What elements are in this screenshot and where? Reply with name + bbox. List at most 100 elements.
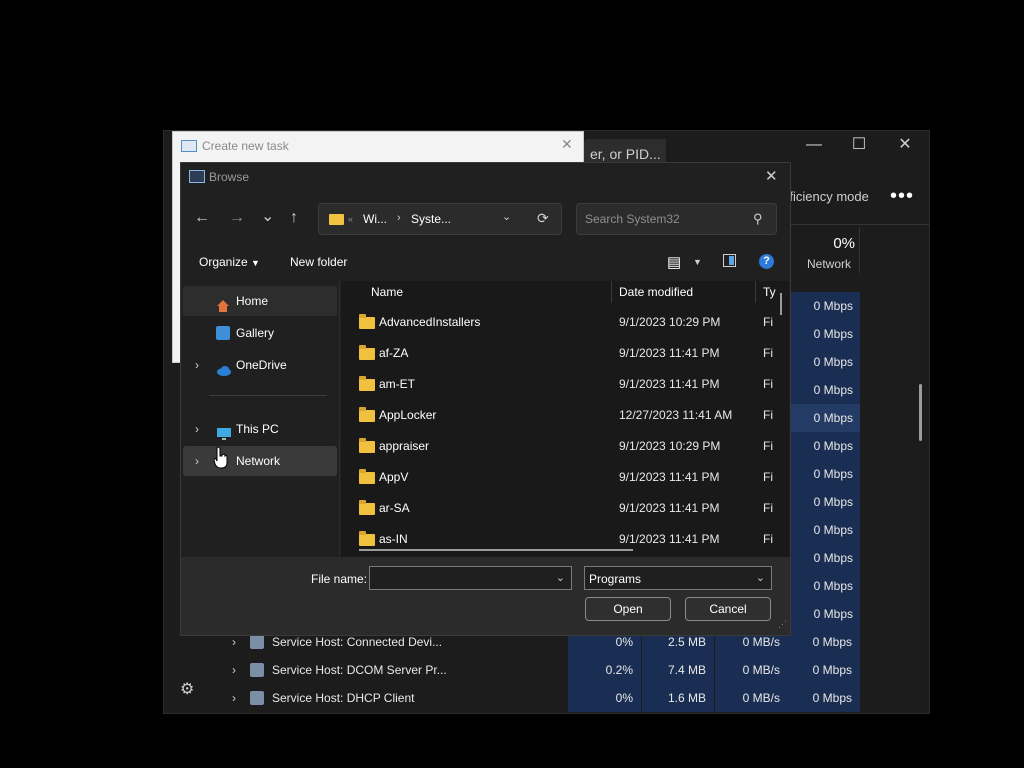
- file-type-value: Programs: [589, 572, 642, 586]
- list-item[interactable]: af-ZA 9/1/2023 11:41 PM Fi: [341, 339, 781, 370]
- list-item[interactable]: appraiser 9/1/2023 10:29 PM Fi: [341, 432, 781, 463]
- network-cell: 0 Mbps: [788, 516, 860, 544]
- more-options-button[interactable]: •••: [890, 185, 914, 208]
- new-folder-button[interactable]: New folder: [290, 255, 347, 269]
- process-row[interactable]: › Service Host: DHCP Client 0% 1.6 MB 0 MB/s…: [212, 684, 862, 712]
- file-type-select[interactable]: Programs ⌄: [584, 566, 772, 590]
- file-name-input[interactable]: ⌄: [369, 566, 572, 590]
- list-item[interactable]: AdvancedInstallers 9/1/2023 10:29 PM Fi: [341, 308, 781, 339]
- preview-pane-icon[interactable]: [723, 254, 736, 267]
- disk-cell: 0 MB/s: [715, 684, 788, 712]
- network-cell: 0 Mbps: [788, 460, 860, 488]
- up-arrow-icon[interactable]: ↑: [290, 209, 298, 227]
- efficiency-mode-button[interactable]: fficiency mode: [786, 189, 869, 204]
- dialog-title: Create new task: [202, 139, 289, 153]
- maximize-button[interactable]: ☐: [837, 131, 881, 159]
- column-divider[interactable]: [755, 281, 756, 303]
- refresh-icon[interactable]: ⟳: [537, 210, 549, 227]
- open-button[interactable]: Open: [585, 597, 671, 621]
- folder-icon: [359, 438, 375, 453]
- list-item[interactable]: AppLocker 12/27/2023 11:41 AM Fi: [341, 401, 781, 432]
- organize-label: Organize: [199, 255, 248, 269]
- column-header-type[interactable]: Ty: [763, 285, 776, 299]
- horizontal-scrollbar[interactable]: [359, 549, 633, 551]
- network-cell: 0 Mbps: [788, 320, 860, 348]
- file-type: Fi: [763, 532, 773, 546]
- pane-splitter[interactable]: [339, 281, 340, 557]
- sort-ascending-icon: ^: [489, 281, 494, 287]
- close-button[interactable]: ✕: [561, 136, 573, 153]
- expand-chevron-icon[interactable]: ›: [195, 446, 199, 476]
- organize-menu[interactable]: Organize ▼: [199, 255, 260, 269]
- expand-chevron-icon[interactable]: ›: [232, 656, 236, 684]
- column-divider[interactable]: [611, 281, 612, 303]
- column-header-date-modified[interactable]: Date modified: [619, 285, 693, 299]
- view-options-icon[interactable]: ▤: [667, 253, 681, 271]
- chevron-down-icon[interactable]: ⌄: [556, 571, 565, 584]
- dialog-footer: File name: ⌄ Programs ⌄ Open Cancel ⋰: [181, 557, 790, 635]
- vertical-scrollbar[interactable]: [780, 293, 782, 315]
- list-item[interactable]: AppV 9/1/2023 11:41 PM Fi: [341, 463, 781, 494]
- file-date: 9/1/2023 11:41 PM: [619, 532, 720, 546]
- list-item[interactable]: as-IN 9/1/2023 11:41 PM Fi: [341, 525, 781, 556]
- file-name: as-IN: [379, 532, 408, 546]
- view-dropdown-icon[interactable]: ▼: [693, 257, 702, 267]
- close-button[interactable]: ✕: [883, 131, 927, 159]
- folder-icon: [359, 531, 375, 546]
- nav-item-this-pc[interactable]: › This PC: [183, 414, 337, 444]
- breadcrumb-system32[interactable]: Syste...: [411, 212, 451, 226]
- back-arrow-icon[interactable]: ←: [194, 209, 210, 227]
- search-placeholder: Search System32: [585, 212, 680, 226]
- nav-item-network[interactable]: › Network: [183, 446, 337, 476]
- memory-cell: 1.6 MB: [642, 684, 714, 712]
- recent-locations-chevron-icon[interactable]: ⌄: [261, 206, 274, 226]
- onedrive-cloud-icon: [216, 358, 231, 376]
- folder-search-input[interactable]: Search System32 ⚲: [576, 203, 777, 235]
- file-name: ar-SA: [379, 501, 410, 515]
- file-date: 12/27/2023 11:41 AM: [619, 408, 733, 422]
- address-bar[interactable]: « Wi... › Syste... ⌄ ⟳: [318, 203, 562, 235]
- list-item[interactable]: am-ET 9/1/2023 11:41 PM Fi: [341, 370, 781, 401]
- file-name-label: File name:: [311, 572, 368, 586]
- nav-item-label: Home: [236, 294, 269, 308]
- nav-item-label: Network: [236, 454, 281, 468]
- file-type: Fi: [763, 408, 773, 422]
- resize-grip-icon[interactable]: ⋰: [778, 619, 787, 630]
- file-list: ^ Name Date modified Ty AdvancedInstalle…: [341, 281, 789, 557]
- list-item[interactable]: ar-SA 9/1/2023 11:41 PM Fi: [341, 494, 781, 525]
- folder-icon: [329, 214, 344, 225]
- search-icon: ⚲: [753, 211, 763, 226]
- help-icon[interactable]: ?: [759, 254, 774, 269]
- column-divider: [859, 227, 860, 273]
- network-cell: 0 Mbps: [788, 432, 860, 460]
- expand-chevron-icon[interactable]: ›: [195, 350, 199, 380]
- cancel-button[interactable]: Cancel: [685, 597, 771, 621]
- folder-icon: [359, 500, 375, 515]
- file-type: Fi: [763, 501, 773, 515]
- column-header-name[interactable]: Name: [371, 285, 403, 299]
- process-row[interactable]: › Service Host: DCOM Server Pr... 0.2% 7.4 …: [212, 656, 862, 684]
- file-name: appraiser: [379, 439, 430, 453]
- settings-gear-icon[interactable]: ⚙: [180, 679, 194, 699]
- expand-chevron-icon[interactable]: ›: [195, 414, 199, 444]
- folder-icon: [359, 314, 375, 329]
- expand-chevron-icon[interactable]: ›: [232, 684, 236, 712]
- network-cell: 0 Mbps: [788, 628, 860, 656]
- folder-icon: [359, 376, 375, 391]
- breadcrumb-windows[interactable]: Wi...: [363, 212, 387, 226]
- nav-item-onedrive[interactable]: › OneDrive: [183, 350, 337, 380]
- nav-item-home[interactable]: Home: [183, 286, 337, 316]
- address-dropdown-chevron-icon[interactable]: ⌄: [502, 210, 511, 223]
- cpu-cell: 0%: [568, 684, 641, 712]
- overflow-chevron-icon[interactable]: «: [348, 214, 353, 224]
- forward-arrow-icon[interactable]: →: [229, 209, 245, 227]
- network-column-header[interactable]: Network: [807, 257, 851, 271]
- folder-icon: [359, 469, 375, 484]
- network-cell: 0 Mbps: [788, 684, 860, 712]
- file-date: 9/1/2023 11:41 PM: [619, 377, 720, 391]
- scrollbar-thumb[interactable]: [919, 384, 922, 441]
- minimize-button[interactable]: —: [792, 131, 836, 159]
- service-gear-icon: [250, 635, 264, 649]
- nav-item-gallery[interactable]: Gallery: [183, 318, 337, 348]
- close-button[interactable]: ✕: [765, 167, 778, 185]
